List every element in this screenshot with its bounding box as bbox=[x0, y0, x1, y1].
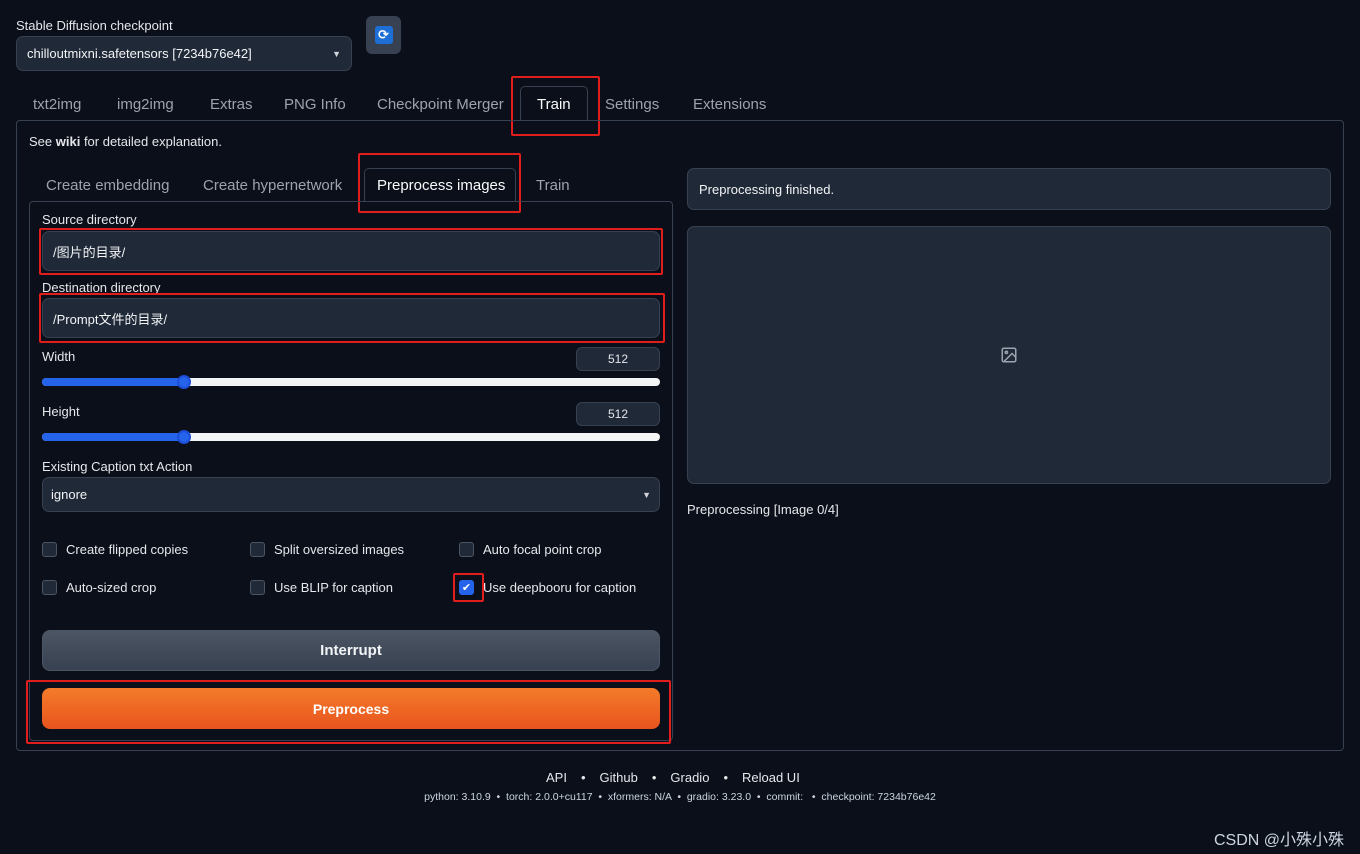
height-label: Height bbox=[42, 404, 80, 419]
refresh-icon: ⟳ bbox=[374, 26, 393, 44]
subtab-preprocess-images[interactable]: Preprocess images bbox=[377, 177, 505, 194]
footer-link-reload-ui[interactable]: Reload UI bbox=[742, 770, 800, 785]
status-output: Preprocessing finished. bbox=[687, 168, 1331, 210]
auto-sized-crop-checkbox[interactable] bbox=[42, 580, 57, 595]
tab-extensions[interactable]: Extensions bbox=[693, 96, 766, 113]
source-directory-label: Source directory bbox=[42, 212, 137, 227]
subtab-create-hypernetwork[interactable]: Create hypernetwork bbox=[203, 177, 342, 194]
destination-directory-label: Destination directory bbox=[42, 280, 161, 295]
use-blip-checkbox[interactable] bbox=[250, 580, 265, 595]
watermark: CSDN @小殊小殊 bbox=[1213, 832, 1344, 849]
caption-action-dropdown[interactable]: ignore ▼ bbox=[42, 477, 660, 512]
tab-extras[interactable]: Extras bbox=[210, 96, 253, 113]
use-deepbooru-checkbox[interactable]: ✔ bbox=[459, 580, 474, 595]
tab-settings[interactable]: Settings bbox=[605, 96, 659, 113]
image-placeholder-icon bbox=[1001, 347, 1017, 363]
checkpoint-label: Stable Diffusion checkpoint bbox=[16, 18, 173, 33]
tab-png-info[interactable]: PNG Info bbox=[284, 96, 346, 113]
auto-focal-point-crop-checkbox[interactable] bbox=[459, 542, 474, 557]
wiki-note-prefix: See bbox=[29, 134, 56, 149]
chevron-down-icon: ▼ bbox=[332, 48, 341, 59]
height-value: 512 bbox=[607, 407, 629, 421]
source-directory-value: /图片的目录/ bbox=[53, 244, 126, 260]
source-directory-input[interactable]: /图片的目录/ bbox=[42, 231, 660, 271]
output-gallery bbox=[687, 226, 1331, 484]
auto-focal-point-crop-label: Auto focal point crop bbox=[483, 542, 602, 557]
wiki-link[interactable]: wiki bbox=[56, 134, 81, 149]
refresh-checkpoint-button[interactable]: ⟳ bbox=[366, 16, 401, 54]
checkpoint-value: chilloutmixni.safetensors [7234b76e42] bbox=[27, 46, 252, 61]
use-deepbooru-label: Use deepbooru for caption bbox=[483, 580, 637, 595]
height-slider-fill bbox=[42, 433, 185, 441]
checkmark-icon: ✔ bbox=[461, 582, 472, 594]
destination-directory-input[interactable]: /Prompt文件的目录/ bbox=[42, 298, 660, 338]
height-slider[interactable] bbox=[42, 433, 660, 441]
checkpoint-dropdown[interactable]: chilloutmixni.safetensors [7234b76e42] ▼ bbox=[16, 36, 352, 71]
tab-img2img[interactable]: img2img bbox=[117, 96, 174, 113]
width-label: Width bbox=[42, 349, 76, 364]
split-oversized-images-label: Split oversized images bbox=[274, 542, 405, 557]
split-oversized-images-checkbox[interactable] bbox=[250, 542, 265, 557]
footer-separator: • bbox=[723, 770, 728, 785]
tab-train[interactable]: Train bbox=[537, 96, 571, 113]
width-slider[interactable] bbox=[42, 378, 660, 386]
interrupt-button[interactable]: Interrupt bbox=[42, 630, 660, 671]
tab-txt2img[interactable]: txt2img bbox=[33, 96, 81, 113]
chevron-down-icon: ▼ bbox=[642, 489, 651, 500]
caption-action-value: ignore bbox=[51, 487, 88, 502]
caption-action-label: Existing Caption txt Action bbox=[42, 459, 193, 474]
subtab-train[interactable]: Train bbox=[536, 177, 570, 194]
footer-links: API • Github • Gradio • Reload UI bbox=[546, 770, 800, 785]
footer-link-github[interactable]: Github bbox=[600, 770, 638, 785]
destination-directory-value: /Prompt文件的目录/ bbox=[53, 311, 168, 327]
width-slider-fill bbox=[42, 378, 185, 386]
create-flipped-copies-label: Create flipped copies bbox=[66, 542, 189, 557]
height-number-input[interactable]: 512 bbox=[576, 402, 660, 426]
auto-sized-crop-label: Auto-sized crop bbox=[66, 580, 157, 595]
footer-link-api[interactable]: API bbox=[546, 770, 567, 785]
wiki-note: See wiki for detailed explanation. bbox=[29, 134, 222, 149]
footer-separator: • bbox=[651, 770, 657, 785]
wiki-note-suffix: for detailed explanation. bbox=[80, 134, 222, 149]
width-number-input[interactable]: 512 bbox=[576, 347, 660, 371]
tab-checkpoint-merger[interactable]: Checkpoint Merger bbox=[377, 96, 504, 113]
footer-link-gradio[interactable]: Gradio bbox=[670, 770, 709, 785]
use-blip-label: Use BLIP for caption bbox=[274, 580, 393, 595]
footer-version-info: python: 3.10.9 • torch: 2.0.0+cu117 • xf… bbox=[424, 791, 936, 803]
subtab-create-embedding[interactable]: Create embedding bbox=[46, 177, 169, 194]
status-text: Preprocessing finished. bbox=[699, 181, 835, 197]
preprocess-button[interactable]: Preprocess bbox=[42, 688, 660, 729]
create-flipped-copies-checkbox[interactable] bbox=[42, 542, 57, 557]
footer-separator: • bbox=[580, 770, 586, 785]
progress-text: Preprocessing [Image 0/4] bbox=[687, 502, 839, 517]
width-value: 512 bbox=[607, 352, 629, 366]
